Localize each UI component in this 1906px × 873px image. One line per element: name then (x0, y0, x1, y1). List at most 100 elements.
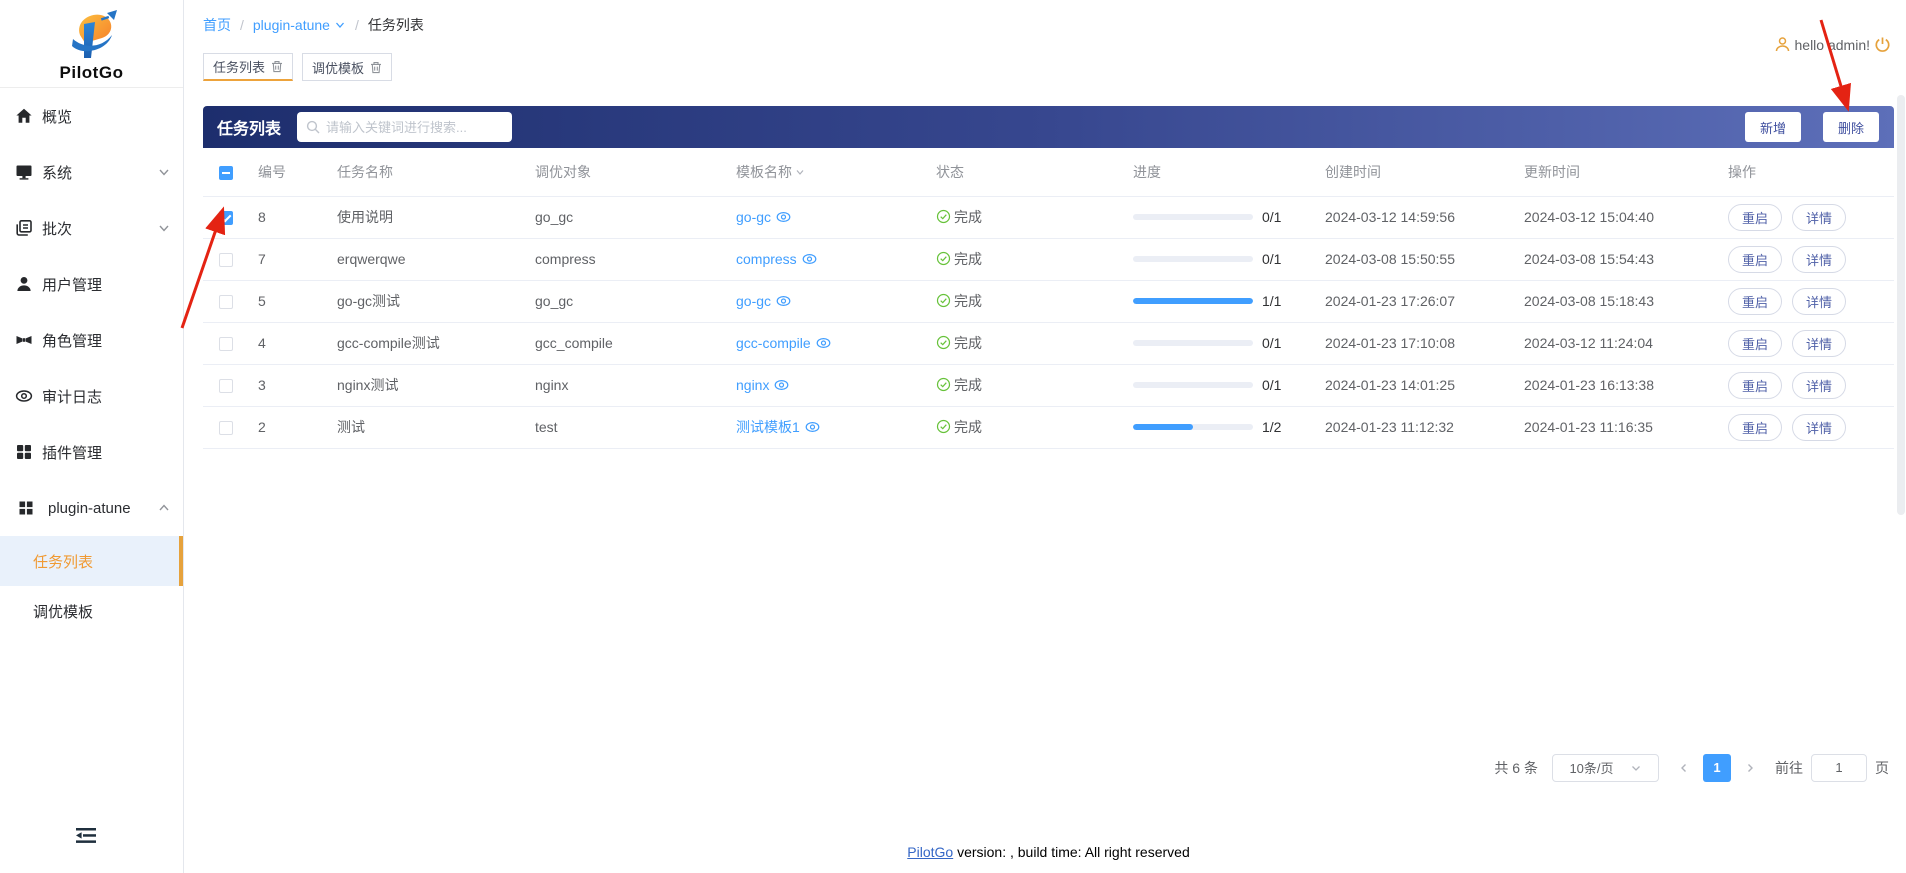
delete-button[interactable]: 删除 (1823, 112, 1879, 142)
search-box (297, 112, 512, 142)
cell-task-name: go-gc测试 (337, 280, 535, 322)
detail-button[interactable]: 详情 (1792, 372, 1846, 399)
detail-button[interactable]: 详情 (1792, 414, 1846, 441)
footer-pilotgo-link[interactable]: PilotGo (907, 844, 953, 860)
restart-button[interactable]: 重启 (1728, 288, 1782, 315)
status-badge: 完成 (936, 207, 982, 227)
cell-task-name: erqwerqwe (337, 238, 535, 280)
progress-bar: 1/1 (1133, 293, 1325, 309)
tab-tuning-template[interactable]: 调优模板 (302, 53, 392, 81)
prev-page-button[interactable] (1673, 754, 1695, 782)
view-eye-icon[interactable] (802, 253, 817, 265)
restart-button[interactable]: 重启 (1728, 204, 1782, 231)
goto-page-input[interactable] (1811, 754, 1867, 782)
template-link[interactable]: gcc-compile (736, 335, 831, 351)
breadcrumb-home[interactable]: 首页 (203, 15, 231, 35)
sidebar-item-batch[interactable]: 批次 (0, 200, 183, 256)
sidebar-item-label: 插件管理 (42, 442, 102, 463)
detail-button[interactable]: 详情 (1792, 204, 1846, 231)
next-page-button[interactable] (1739, 754, 1761, 782)
add-button[interactable]: 新增 (1745, 112, 1801, 142)
row-checkbox[interactable] (219, 253, 233, 267)
page-number-current[interactable]: 1 (1703, 754, 1731, 782)
cell-created: 2024-01-23 17:26:07 (1325, 280, 1524, 322)
main-content: 首页 / plugin-atune / 任务列表 hello admin! 任务… (184, 0, 1906, 873)
row-checkbox[interactable] (219, 211, 233, 225)
cell-created: 2024-01-23 14:01:25 (1325, 364, 1524, 406)
check-circle-icon (936, 419, 951, 434)
template-link[interactable]: 测试模板1 (736, 417, 820, 437)
restart-button[interactable]: 重启 (1728, 330, 1782, 357)
sidebar-item-user-management[interactable]: 用户管理 (0, 256, 183, 312)
pager: 1 (1673, 754, 1761, 782)
pagination: 共 6 条 10条/页 1 前往 页 (203, 754, 1894, 782)
row-checkbox[interactable] (219, 337, 233, 351)
view-eye-icon[interactable] (774, 379, 789, 391)
row-checkbox[interactable] (219, 379, 233, 393)
status-badge: 完成 (936, 375, 982, 395)
col-progress: 进度 (1133, 148, 1325, 196)
sidebar-subitem-task-list[interactable]: 任务列表 (0, 536, 183, 586)
sidebar-item-plugin-management[interactable]: 插件管理 (0, 424, 183, 480)
search-input[interactable] (326, 120, 503, 135)
view-eye-icon[interactable] (776, 211, 791, 223)
caret-down-icon[interactable] (794, 166, 806, 178)
row-checkbox[interactable] (219, 295, 233, 309)
cell-updated: 2024-03-08 15:18:43 (1524, 280, 1728, 322)
search-icon (306, 120, 320, 134)
view-eye-icon[interactable] (816, 337, 831, 349)
template-link[interactable]: nginx (736, 377, 789, 393)
row-checkbox[interactable] (219, 421, 233, 435)
trash-icon[interactable] (271, 60, 283, 73)
breadcrumb-plugin-atune[interactable]: plugin-atune (253, 17, 346, 33)
detail-button[interactable]: 详情 (1792, 330, 1846, 357)
view-eye-icon[interactable] (805, 421, 820, 433)
user-info[interactable]: hello admin! (1774, 36, 1892, 53)
sidebar-item-label: 用户管理 (42, 274, 102, 295)
sidebar-item-plugin-atune[interactable]: plugin-atune (0, 480, 183, 536)
template-link[interactable]: go-gc (736, 209, 791, 225)
restart-button[interactable]: 重启 (1728, 372, 1782, 399)
logout-power-icon[interactable] (1874, 36, 1891, 53)
panel-header-bar: 任务列表 新增 删除 (203, 106, 1894, 148)
task-table: 编号 任务名称 调优对象 模板名称 状态 进度 创建时间 更新时间 操作 (203, 148, 1894, 449)
chevron-up-icon (157, 501, 171, 515)
sidebar-collapse-button[interactable] (76, 827, 96, 847)
scrollbar[interactable] (1897, 95, 1905, 515)
view-eye-icon[interactable] (776, 295, 791, 307)
goto-label: 前往 (1775, 758, 1803, 778)
breadcrumb: 首页 / plugin-atune / 任务列表 (203, 15, 1894, 35)
page-size-select[interactable]: 10条/页 (1552, 754, 1659, 782)
progress-bar: 1/2 (1133, 419, 1325, 435)
sidebar: PilotGo 概览 系统 (0, 0, 184, 873)
bar-actions: 新增 删除 (1745, 112, 1879, 142)
sidebar-subitem-label: 任务列表 (33, 551, 93, 572)
restart-button[interactable]: 重启 (1728, 414, 1782, 441)
cell-updated: 2024-01-23 11:16:35 (1524, 406, 1728, 448)
cell-updated: 2024-03-08 15:54:43 (1524, 238, 1728, 280)
page-unit-label: 页 (1875, 758, 1889, 778)
template-link[interactable]: compress (736, 251, 817, 267)
collapse-sidebar-icon (76, 827, 96, 844)
pagination-total: 共 6 条 (1494, 758, 1538, 778)
trash-icon[interactable] (370, 61, 382, 74)
select-all-checkbox[interactable] (219, 166, 233, 180)
restart-button[interactable]: 重启 (1728, 246, 1782, 273)
table-row: 2 测试 test 测试模板1 完成 1/2 2024-01-23 11:12:… (203, 406, 1894, 448)
sidebar-subitem-tuning-template[interactable]: 调优模板 (0, 586, 183, 636)
sidebar-item-overview[interactable]: 概览 (0, 88, 183, 144)
cell-id: 5 (258, 280, 337, 322)
footer-text: version: , build time: All right reserve… (957, 844, 1190, 860)
cell-created: 2024-03-08 15:50:55 (1325, 238, 1524, 280)
col-updated: 更新时间 (1524, 148, 1728, 196)
progress-bar: 0/1 (1133, 335, 1325, 351)
tab-task-list[interactable]: 任务列表 (203, 53, 293, 81)
detail-button[interactable]: 详情 (1792, 288, 1846, 315)
detail-button[interactable]: 详情 (1792, 246, 1846, 273)
tab-label: 任务列表 (213, 57, 265, 76)
sidebar-item-audit-log[interactable]: 审计日志 (0, 368, 183, 424)
sidebar-item-role-management[interactable]: 角色管理 (0, 312, 183, 368)
sidebar-item-system[interactable]: 系统 (0, 144, 183, 200)
plugins-grid-icon (14, 443, 34, 461)
template-link[interactable]: go-gc (736, 293, 791, 309)
